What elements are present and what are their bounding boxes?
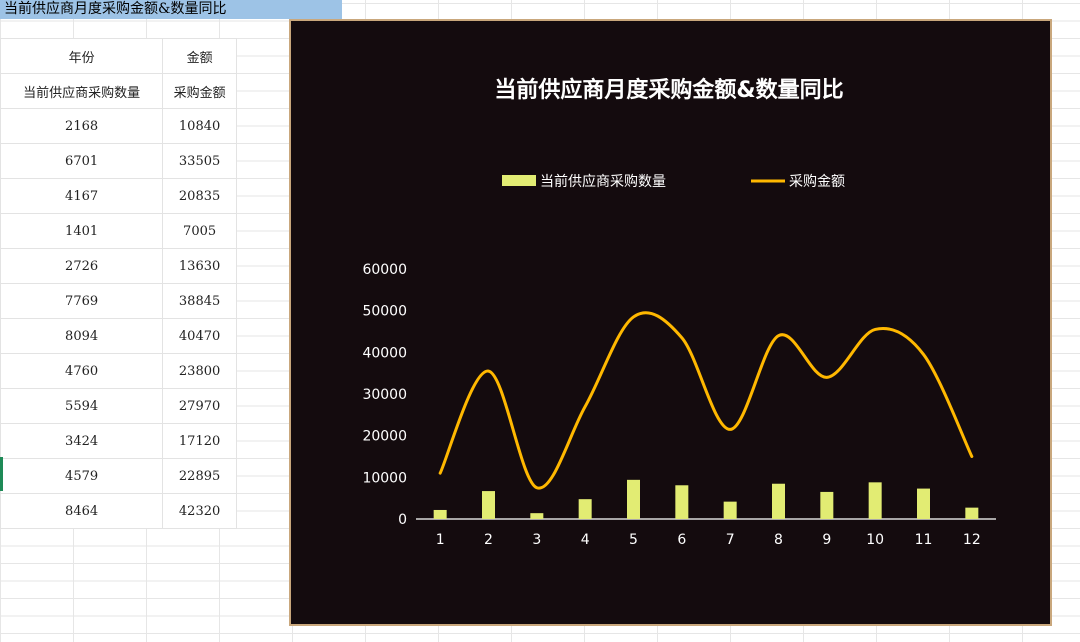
cell-quantity[interactable]: 2726	[0, 248, 164, 284]
legend: 当前供应商采购数量 采购金额	[502, 173, 845, 190]
bar-quantity	[675, 485, 689, 519]
header-cell-amount[interactable]: 金额	[162, 38, 237, 74]
selected-title-cell[interactable]: 当前供应商月度采购金额&数量同比	[0, 0, 342, 19]
bar-quantity	[917, 488, 930, 519]
x-tick-label: 6	[677, 532, 686, 548]
bar-quantity	[868, 482, 882, 519]
table-row: 7769 38845	[0, 283, 237, 319]
cell-quantity[interactable]: 7769	[0, 283, 164, 319]
x-tick-label: 8	[774, 532, 783, 548]
cell-quantity[interactable]: 8094	[0, 318, 164, 354]
table-row: 4760 23800	[0, 353, 237, 389]
cell-amount[interactable]: 20835	[162, 178, 237, 214]
bar-quantity	[965, 507, 979, 519]
x-tick-label: 10	[866, 532, 884, 548]
bar-quantity	[578, 499, 592, 519]
x-tick-label: 3	[532, 532, 541, 548]
y-axis: 0 10000 20000 30000 40000 50000 60000	[362, 262, 407, 528]
table-row: 2726 13630	[0, 248, 237, 284]
data-table: 年份 金额 当前供应商采购数量 采购金额 2168 10840 6701 33505 4…	[0, 38, 237, 529]
cell-quantity[interactable]: 4579	[0, 458, 164, 494]
x-tick-label: 5	[629, 532, 638, 548]
cell-amount[interactable]: 23800	[162, 353, 237, 389]
table-header-row: 年份 金额	[0, 38, 237, 74]
cell-quantity[interactable]: 3424	[0, 423, 164, 459]
cell-amount[interactable]: 13630	[162, 248, 237, 284]
cell-amount[interactable]: 7005	[162, 213, 237, 249]
table-row: 8094 40470	[0, 318, 237, 354]
cell-amount[interactable]: 10840	[162, 108, 237, 144]
x-axis: 1 2 3 4 5 6 7 8 9 10 11 12	[416, 518, 996, 548]
cell-quantity[interactable]: 4167	[0, 178, 164, 214]
y-tick-label: 0	[398, 512, 407, 528]
bar-quantity	[772, 483, 785, 519]
table-row: 3424 17120	[0, 423, 237, 459]
bar-quantity	[820, 491, 834, 519]
legend-label-amount: 采购金额	[789, 174, 845, 190]
cell-amount[interactable]: 27970	[162, 388, 237, 424]
x-tick-label: 2	[484, 532, 493, 548]
table-row: 4167 20835	[0, 178, 237, 214]
data-table-body: 年份 金额 当前供应商采购数量 采购金额 2168 10840 6701 33505 4…	[0, 38, 237, 529]
cell-amount[interactable]: 17120	[162, 423, 237, 459]
bar-quantity	[627, 479, 640, 519]
chart-title: 当前供应商月度采购金额&数量同比	[494, 77, 843, 103]
cell-quantity[interactable]: 5594	[0, 388, 164, 424]
y-tick-label: 20000	[362, 429, 407, 445]
cell-quantity[interactable]: 8464	[0, 493, 164, 529]
table-row: 4579 22895	[0, 458, 237, 494]
y-tick-label: 30000	[362, 387, 407, 403]
bar-series	[433, 479, 979, 519]
combo-chart: 当前供应商月度采购金额&数量同比 当前供应商采购数量 采购金额 01000020…	[362, 77, 996, 548]
table-row: 1401 7005	[0, 213, 237, 249]
line-series	[438, 311, 974, 490]
subheader-cell-purchase-amount[interactable]: 采购金额	[162, 73, 237, 109]
table-row: 8464 42320	[0, 493, 237, 529]
row-selection-marker	[0, 457, 3, 491]
bar-quantity	[530, 513, 544, 519]
x-tick-label: 11	[915, 532, 933, 548]
x-tick-label: 7	[726, 532, 735, 548]
y-tick-label: 50000	[362, 304, 407, 320]
cell-amount[interactable]: 22895	[162, 458, 237, 494]
x-tick-label: 12	[963, 532, 981, 548]
cell-quantity[interactable]: 1401	[0, 213, 164, 249]
table-row: 5594 27970	[0, 388, 237, 424]
cell-quantity[interactable]: 2168	[0, 108, 164, 144]
cell-quantity[interactable]: 4760	[0, 353, 164, 389]
legend-label-quantity: 当前供应商采购数量	[540, 173, 666, 190]
x-tick-label: 4	[581, 532, 590, 548]
table-subheader-row: 当前供应商采购数量 采购金额	[0, 73, 237, 109]
cell-amount[interactable]: 33505	[162, 143, 237, 179]
bar-quantity	[723, 501, 737, 519]
chart-frame[interactable]: 当前供应商月度采购金额&数量同比 当前供应商采购数量 采购金额 0 10000 20…	[289, 19, 1052, 626]
x-tick-label: 1	[436, 532, 445, 548]
bar-quantity	[482, 491, 495, 519]
cell-amount[interactable]: 38845	[162, 283, 237, 319]
cell-amount[interactable]: 40470	[162, 318, 237, 354]
header-cell-year[interactable]: 年份	[0, 38, 164, 74]
subheader-cell-quantity[interactable]: 当前供应商采购数量	[0, 73, 164, 109]
bar-quantity	[433, 509, 447, 519]
legend-bar-swatch	[502, 175, 536, 186]
y-tick-label: 10000	[362, 470, 407, 486]
y-tick-label: 40000	[362, 345, 407, 361]
y-tick-label: 60000	[362, 262, 407, 278]
line-purchase-amount	[438, 311, 974, 490]
cell-amount[interactable]: 42320	[162, 493, 237, 529]
x-tick-label: 9	[822, 532, 831, 548]
table-row: 2168 10840	[0, 108, 237, 144]
cell-quantity[interactable]: 6701	[0, 143, 164, 179]
table-row: 6701 33505	[0, 143, 237, 179]
